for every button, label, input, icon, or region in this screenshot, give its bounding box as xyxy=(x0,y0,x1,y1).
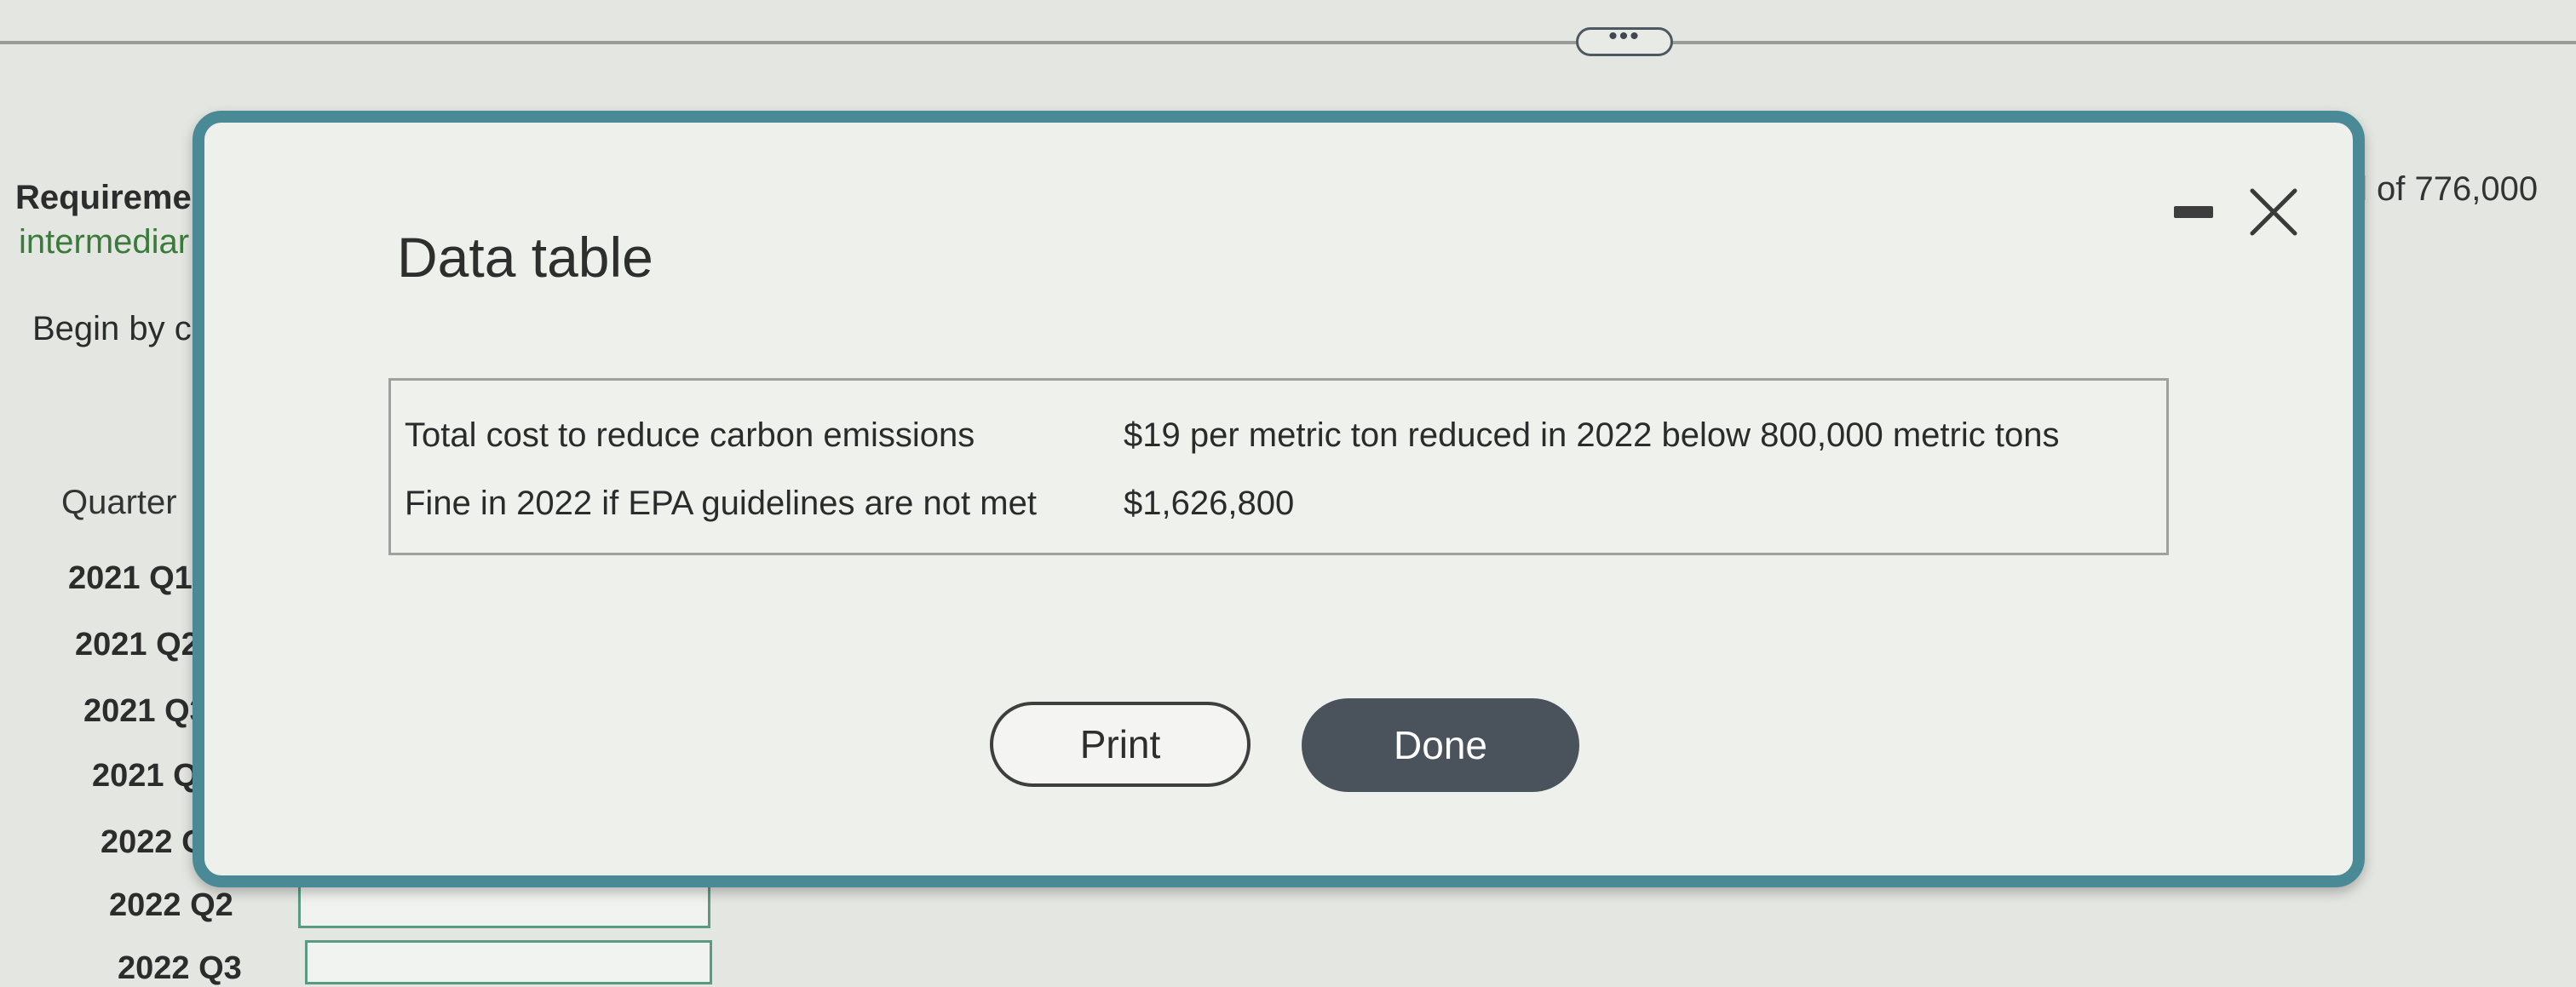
quarter-row-label: 2021 Q1 xyxy=(68,560,193,596)
instruction-text: Begin by ca xyxy=(32,310,211,347)
close-icon[interactable] xyxy=(2244,182,2303,242)
print-button[interactable]: Print xyxy=(990,702,1251,787)
modal-title: Data table xyxy=(397,226,653,289)
background-text-fragment: l of 776,000 xyxy=(2360,170,2539,208)
quarter-input-field[interactable] xyxy=(305,940,712,984)
table-row-label: Total cost to reduce carbon emissions xyxy=(405,416,975,454)
minimize-icon[interactable] xyxy=(2174,206,2213,218)
more-options-button[interactable]: ••• xyxy=(1576,24,1673,56)
quarter-row-label: 2022 Q2 xyxy=(109,887,233,923)
data-table-modal: Data table Total cost to reduce carbon e… xyxy=(193,111,2365,887)
quarter-input-field[interactable] xyxy=(298,884,710,928)
top-divider xyxy=(0,41,2576,44)
quarter-row-label: 2021 Q2 xyxy=(75,627,199,663)
quarter-row-label: 2021 Q3 xyxy=(83,693,208,729)
quarter-row-label: 2022 Q3 xyxy=(118,950,242,986)
table-row-label: Fine in 2022 if EPA guidelines are not m… xyxy=(405,485,1037,522)
table-row-value: $1,626,800 xyxy=(1124,485,1295,522)
done-button[interactable]: Done xyxy=(1302,698,1579,792)
requirement-label: Requireme xyxy=(15,179,192,216)
requirement-subtext: intermediar xyxy=(19,223,190,261)
data-table: Total cost to reduce carbon emissions $1… xyxy=(388,378,2169,555)
table-row-value: $19 per metric ton reduced in 2022 below… xyxy=(1124,416,2060,454)
quarter-column-header: Quarter xyxy=(61,484,177,521)
